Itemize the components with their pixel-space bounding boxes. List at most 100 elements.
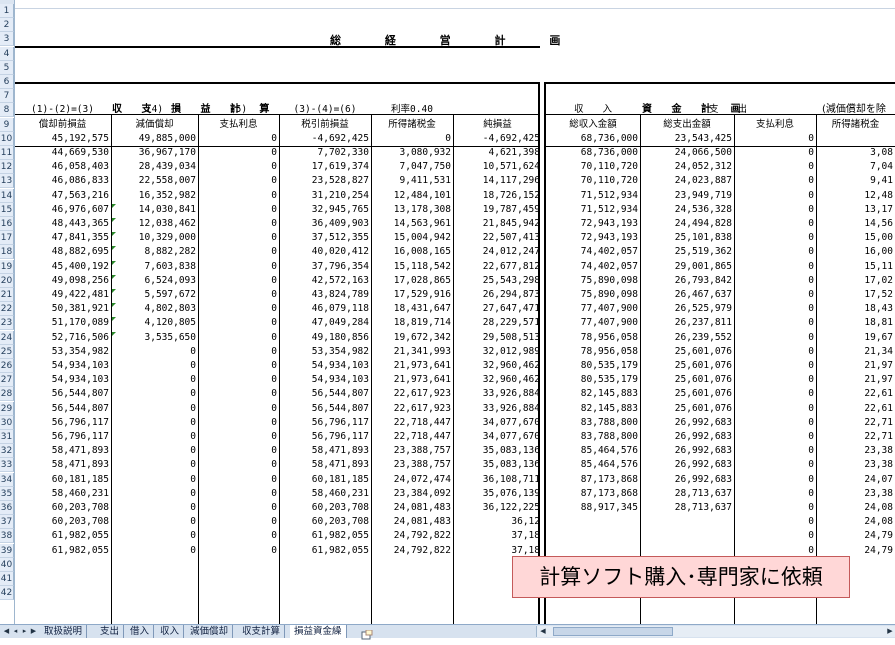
data-cell[interactable]: 36,12 [453, 515, 542, 529]
data-cell[interactable]: 0 [734, 231, 816, 245]
data-cell[interactable]: 19,67 [816, 331, 895, 345]
row-header[interactable]: 25 [0, 345, 14, 359]
data-cell[interactable]: 60,203,708 [14, 515, 111, 529]
data-cell[interactable]: 4,120,805 [111, 316, 198, 330]
data-cell[interactable]: 75,890,098 [546, 274, 640, 288]
data-cell[interactable]: 26,992,683 [640, 444, 734, 458]
row-header[interactable]: 11 [0, 146, 14, 160]
data-cell[interactable]: 0 [198, 416, 279, 430]
data-cell[interactable]: 23,543,425 [640, 132, 734, 146]
data-cell[interactable]: 22,617,923 [371, 402, 453, 416]
data-cell[interactable]: 0 [734, 174, 816, 188]
data-cell[interactable]: 4,621,398 [453, 146, 542, 160]
data-cell[interactable]: 15,11 [816, 260, 895, 274]
header-cell[interactable]: 総収入金額 [546, 118, 640, 132]
data-cell[interactable]: 58,460,231 [14, 487, 111, 501]
row-header[interactable]: 9 [0, 118, 14, 132]
data-cell[interactable]: 37,512,355 [279, 231, 371, 245]
first-sheet-icon[interactable]: ◀ [2, 626, 11, 637]
row-header[interactable]: 34 [0, 473, 14, 487]
data-cell[interactable]: 3,080,932 [371, 146, 453, 160]
data-cell[interactable]: 26,992,683 [640, 473, 734, 487]
data-cell[interactable]: 21,97 [816, 359, 895, 373]
data-cell[interactable]: 23,38 [816, 487, 895, 501]
data-cell[interactable]: 56,796,117 [14, 416, 111, 430]
data-cell[interactable]: 0 [111, 487, 198, 501]
data-cell[interactable]: 28,713,637 [640, 487, 734, 501]
row-header[interactable]: 26 [0, 359, 14, 373]
data-cell[interactable]: 85,464,576 [546, 458, 640, 472]
data-cell[interactable]: 71,512,934 [546, 189, 640, 203]
data-cell[interactable]: 0 [111, 359, 198, 373]
data-cell[interactable]: 75,890,098 [546, 288, 640, 302]
data-cell[interactable]: 68,736,000 [546, 132, 640, 146]
row-header[interactable]: 28 [0, 387, 14, 401]
data-cell[interactable]: 78,956,058 [546, 345, 640, 359]
data-cell[interactable]: 0 [111, 345, 198, 359]
header-cell[interactable]: 総支出金額 [640, 118, 734, 132]
data-cell[interactable]: 35,083,136 [453, 458, 542, 472]
data-cell[interactable]: 46,058,403 [14, 160, 111, 174]
data-cell[interactable]: 0 [111, 430, 198, 444]
data-cell[interactable]: 0 [734, 160, 816, 174]
data-cell[interactable]: 22,718,447 [371, 430, 453, 444]
data-cell[interactable]: 0 [198, 544, 279, 558]
data-cell[interactable]: 17,619,374 [279, 160, 371, 174]
data-cell[interactable]: 18,81 [816, 316, 895, 330]
data-cell[interactable]: 60,181,185 [279, 473, 371, 487]
header-cell[interactable]: 減価償却 [111, 118, 198, 132]
data-cell[interactable]: 0 [198, 402, 279, 416]
data-cell[interactable]: 42,572,163 [279, 274, 371, 288]
data-cell[interactable]: 53,354,982 [279, 345, 371, 359]
data-cell[interactable]: 58,471,893 [14, 458, 111, 472]
data-cell[interactable]: 0 [111, 444, 198, 458]
data-cell[interactable]: 22,617,923 [371, 387, 453, 401]
data-cell[interactable]: 14,56 [816, 217, 895, 231]
data-cell[interactable]: 24,066,500 [640, 146, 734, 160]
data-cell[interactable]: 0 [734, 416, 816, 430]
data-cell[interactable]: 10,571,624 [453, 160, 542, 174]
row-header[interactable]: 42 [0, 586, 14, 600]
data-cell[interactable]: 0 [111, 373, 198, 387]
data-cell[interactable]: 0 [111, 473, 198, 487]
row-header[interactable]: 8 [0, 103, 14, 117]
data-cell[interactable]: 0 [198, 501, 279, 515]
data-cell[interactable] [640, 515, 734, 529]
data-cell[interactable]: 28,713,637 [640, 501, 734, 515]
data-cell[interactable]: 0 [734, 529, 816, 543]
data-cell[interactable]: 17,02 [816, 274, 895, 288]
row-header[interactable]: 20 [0, 274, 14, 288]
data-cell[interactable]: 46,086,833 [14, 174, 111, 188]
data-cell[interactable]: 9,411,531 [371, 174, 453, 188]
data-cell[interactable]: 47,563,216 [14, 189, 111, 203]
data-cell[interactable]: 56,544,807 [14, 387, 111, 401]
row-header[interactable]: 33 [0, 458, 14, 472]
data-cell[interactable]: 0 [734, 444, 816, 458]
data-cell[interactable]: 0 [198, 217, 279, 231]
data-cell[interactable]: 68,736,000 [546, 146, 640, 160]
data-cell[interactable]: 0 [198, 359, 279, 373]
data-cell[interactable]: 0 [111, 515, 198, 529]
data-cell[interactable]: 34,077,670 [453, 416, 542, 430]
data-cell[interactable]: 0 [734, 515, 816, 529]
data-cell[interactable]: 22,71 [816, 416, 895, 430]
data-cell[interactable]: 78,956,058 [546, 331, 640, 345]
data-cell[interactable]: 21,97 [816, 373, 895, 387]
data-cell[interactable]: 33,926,884 [453, 402, 542, 416]
data-cell[interactable]: 0 [198, 203, 279, 217]
data-cell[interactable]: 14,563,961 [371, 217, 453, 231]
data-cell[interactable]: 35,083,136 [453, 444, 542, 458]
row-header[interactable]: 31 [0, 430, 14, 444]
data-cell[interactable]: 26,992,683 [640, 416, 734, 430]
data-cell[interactable]: 0 [198, 231, 279, 245]
data-cell[interactable]: 16,008,165 [371, 245, 453, 259]
data-cell[interactable]: 24,792,822 [371, 544, 453, 558]
data-cell[interactable]: 0 [734, 359, 816, 373]
data-cell[interactable]: 43,824,789 [279, 288, 371, 302]
data-cell[interactable]: 23,528,827 [279, 174, 371, 188]
data-cell[interactable]: 0 [111, 387, 198, 401]
data-cell[interactable]: 26,237,811 [640, 316, 734, 330]
data-cell[interactable]: 60,203,708 [279, 515, 371, 529]
data-cell[interactable]: 35,076,139 [453, 487, 542, 501]
data-cell[interactable]: 24,494,828 [640, 217, 734, 231]
